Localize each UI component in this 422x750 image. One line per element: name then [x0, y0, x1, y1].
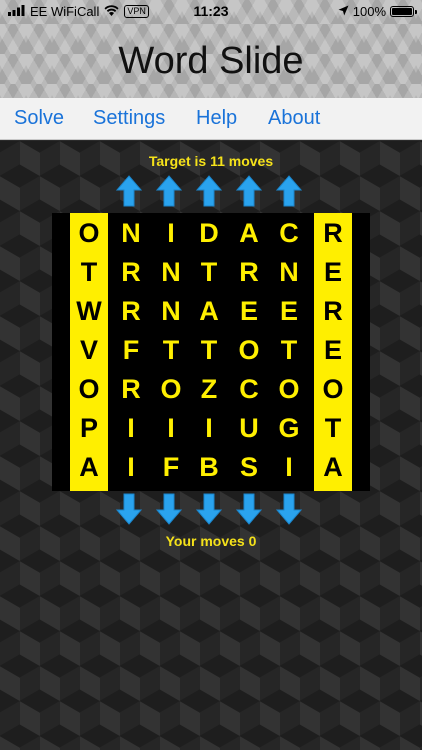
- left-column-letter[interactable]: V: [70, 332, 108, 369]
- right-column-letter[interactable]: E: [314, 332, 352, 369]
- down-arrow-icon[interactable]: [196, 493, 222, 525]
- down-arrow-icon[interactable]: [236, 493, 262, 525]
- grid-letter[interactable]: N: [270, 254, 308, 291]
- right-column-letter[interactable]: T: [314, 410, 352, 447]
- grid-letter[interactable]: A: [230, 215, 268, 252]
- grid-letter[interactable]: N: [112, 215, 150, 252]
- battery-fill: [392, 8, 412, 15]
- menu-help-button[interactable]: Help: [196, 107, 237, 130]
- grid-letter[interactable]: R: [230, 254, 268, 291]
- menu-bar: Solve Settings Help About: [0, 98, 422, 140]
- status-right: 100%: [338, 4, 417, 19]
- grid-letter[interactable]: T: [190, 254, 228, 291]
- battery-icon: [390, 6, 417, 17]
- grid-letter[interactable]: F: [112, 332, 150, 369]
- grid-letter[interactable]: N: [152, 254, 190, 291]
- letter-grid: OTWVOPAREREOTANIDACRNTRNRNAEEFTTOTROZCOI…: [52, 213, 370, 491]
- right-column-letter[interactable]: R: [314, 215, 352, 252]
- grid-letter[interactable]: E: [270, 293, 308, 330]
- battery-percent: 100%: [352, 4, 386, 19]
- grid-letter[interactable]: T: [270, 332, 308, 369]
- left-column-letter[interactable]: O: [70, 371, 108, 408]
- app-title: Word Slide: [118, 39, 304, 82]
- location-arrow-icon: [338, 4, 349, 19]
- status-bar: EE WiFiCall VPN 11:23 100%: [0, 0, 422, 24]
- title-area: Word Slide: [0, 24, 422, 98]
- grid-letter[interactable]: Z: [190, 371, 228, 408]
- right-column-letter[interactable]: R: [314, 293, 352, 330]
- up-arrow-icon[interactable]: [156, 175, 182, 207]
- menu-about-button[interactable]: About: [268, 107, 320, 130]
- menu-solve-button[interactable]: Solve: [14, 107, 64, 130]
- grid-letter[interactable]: I: [152, 410, 190, 447]
- up-arrow-icon[interactable]: [116, 175, 142, 207]
- up-arrow-icon[interactable]: [196, 175, 222, 207]
- grid-letter[interactable]: F: [152, 449, 190, 486]
- grid-letter[interactable]: I: [190, 410, 228, 447]
- grid-letter[interactable]: U: [230, 410, 268, 447]
- left-column-letter[interactable]: P: [70, 410, 108, 447]
- right-column-letter[interactable]: O: [314, 371, 352, 408]
- grid-letter[interactable]: T: [152, 332, 190, 369]
- grid-letter[interactable]: C: [230, 371, 268, 408]
- grid-letter[interactable]: G: [270, 410, 308, 447]
- left-column-letter[interactable]: W: [70, 293, 108, 330]
- grid-letter[interactable]: S: [230, 449, 268, 486]
- grid-letter[interactable]: O: [230, 332, 268, 369]
- right-column-letter[interactable]: A: [314, 449, 352, 486]
- grid-letter[interactable]: D: [190, 215, 228, 252]
- grid-letter[interactable]: B: [190, 449, 228, 486]
- down-arrow-icon[interactable]: [276, 493, 302, 525]
- grid-letter[interactable]: I: [112, 449, 150, 486]
- grid-letter[interactable]: C: [270, 215, 308, 252]
- right-column-letter[interactable]: E: [314, 254, 352, 291]
- grid-letter[interactable]: O: [270, 371, 308, 408]
- menu-settings-button[interactable]: Settings: [93, 107, 165, 130]
- grid-letter[interactable]: R: [112, 293, 150, 330]
- grid-letter[interactable]: I: [270, 449, 308, 486]
- grid-letter[interactable]: I: [152, 215, 190, 252]
- up-arrow-icon[interactable]: [276, 175, 302, 207]
- left-column-letter[interactable]: O: [70, 215, 108, 252]
- target-moves-text: Target is 11 moves: [148, 153, 274, 169]
- game-board-area: Target is 11 moves OTWVOPAREREOTANIDACRN…: [0, 141, 422, 750]
- grid-letter[interactable]: O: [152, 371, 190, 408]
- down-arrow-icon[interactable]: [156, 493, 182, 525]
- grid-letter[interactable]: T: [190, 332, 228, 369]
- left-column-letter[interactable]: A: [70, 449, 108, 486]
- grid-letter[interactable]: I: [112, 410, 150, 447]
- down-arrow-icon[interactable]: [116, 493, 142, 525]
- grid-letter[interactable]: R: [112, 254, 150, 291]
- grid-letter[interactable]: N: [152, 293, 190, 330]
- your-moves-text: Your moves 0: [165, 533, 257, 549]
- grid-letter[interactable]: A: [190, 293, 228, 330]
- grid-letter[interactable]: R: [112, 371, 150, 408]
- left-column-letter[interactable]: T: [70, 254, 108, 291]
- grid-letter[interactable]: E: [230, 293, 268, 330]
- up-arrow-icon[interactable]: [236, 175, 262, 207]
